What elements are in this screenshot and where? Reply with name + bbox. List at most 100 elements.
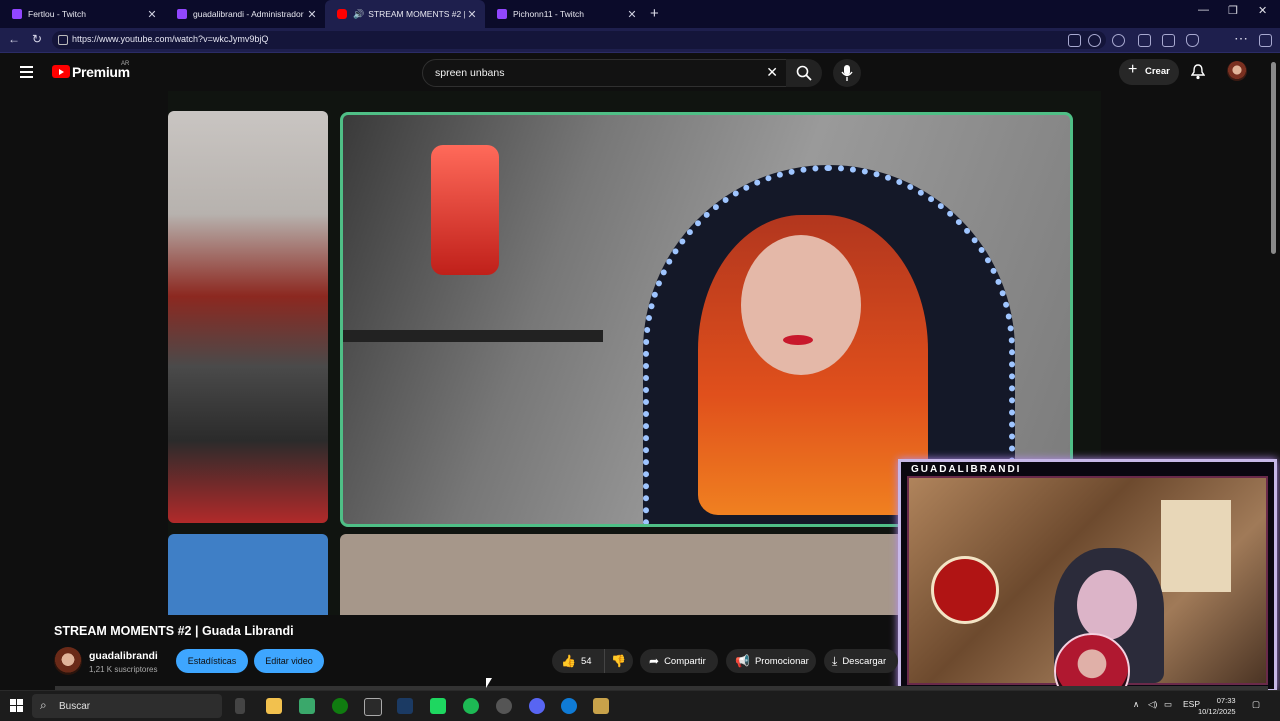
like-count: 54 xyxy=(580,655,592,667)
streamer-overlay-cam: GUADALIBRANDI xyxy=(898,459,1277,709)
channel-name[interactable]: guadalibrandi xyxy=(89,650,158,662)
megaphone-icon: 📢 xyxy=(735,654,750,668)
app-available-icon[interactable] xyxy=(1068,34,1081,47)
edge-browser-icon[interactable] xyxy=(561,698,577,714)
task-view-icon[interactable] xyxy=(235,698,245,714)
notifications-bell-icon[interactable] xyxy=(1191,64,1205,80)
download-button[interactable]: ⤓ Descargar xyxy=(824,649,898,673)
mouse-cursor-icon xyxy=(486,678,492,688)
close-icon[interactable]: ✕ xyxy=(465,8,479,21)
restore-icon[interactable]: ❐ xyxy=(1228,4,1238,17)
search-input[interactable]: spreen unbans ✕ xyxy=(422,59,787,87)
windows-start-icon[interactable] xyxy=(10,699,23,712)
browser-essentials-icon[interactable] xyxy=(1138,34,1151,47)
shield-icon[interactable] xyxy=(1186,34,1199,47)
epic-games-icon[interactable] xyxy=(364,698,382,716)
extensions-icon[interactable] xyxy=(1112,34,1125,47)
promote-label: Promocionar xyxy=(754,655,809,667)
youtube-header: Premium AR spreen unbans ✕ + Crear xyxy=(0,53,1280,91)
download-icon: ⤓ xyxy=(832,653,838,668)
share-icon: ➦ xyxy=(649,654,660,668)
close-icon[interactable]: ✕ xyxy=(625,8,639,21)
share-label: Compartir xyxy=(664,655,706,667)
refresh-icon[interactable]: ↻ xyxy=(32,32,42,46)
share-button[interactable]: ➦ Compartir xyxy=(640,649,718,673)
tab-title: guadalibrandi - Administrador de xyxy=(193,9,305,19)
dislike-button[interactable]: 👎 xyxy=(604,649,633,673)
statistics-button[interactable]: Estadísticas xyxy=(176,649,248,673)
close-icon[interactable]: ✕ xyxy=(145,8,159,21)
close-icon[interactable]: ✕ xyxy=(305,8,319,21)
url-field[interactable]: https://www.youtube.com/watch?v=wkcJymv9… xyxy=(52,31,1106,49)
streamer-lips xyxy=(783,335,813,345)
channel-avatar[interactable] xyxy=(54,647,82,675)
streamer-face xyxy=(741,235,861,375)
tab-guadalibrandi-admin[interactable]: guadalibrandi - Administrador de ✕ xyxy=(165,0,325,28)
twitch-icon xyxy=(12,9,22,19)
search-query: spreen unbans xyxy=(435,67,505,79)
minecraft-launcher-icon[interactable] xyxy=(299,698,315,714)
search-button[interactable] xyxy=(786,59,822,87)
notifications-icon[interactable]: ▢ xyxy=(1252,699,1260,710)
sidebar-toggle-icon[interactable] xyxy=(1259,34,1272,47)
tab-stream-moments[interactable]: 🔊 STREAM MOMENTS #2 | Gua ✕ xyxy=(325,0,485,28)
tab-title: STREAM MOMENTS #2 | Gua xyxy=(368,9,465,19)
video-title: STREAM MOMENTS #2 | Guada Librandi xyxy=(54,624,294,638)
thumbs-down-icon: 👎 xyxy=(611,654,626,668)
site-info-icon[interactable] xyxy=(58,35,68,45)
scrollbar-thumb[interactable] xyxy=(1271,62,1276,254)
tab-pichonn11[interactable]: Pichonn11 - Twitch ✕ xyxy=(485,0,645,28)
tab-title: Pichonn11 - Twitch xyxy=(513,9,585,19)
youtube-icon xyxy=(337,9,347,19)
favorites-icon[interactable] xyxy=(1162,34,1175,47)
kick-icon[interactable] xyxy=(430,698,446,714)
like-button[interactable]: 👍 54 xyxy=(552,649,604,673)
url-text: https://www.youtube.com/watch?v=wkcJymv9… xyxy=(72,34,269,44)
youtube-logo-icon[interactable] xyxy=(52,65,70,78)
discord-icon[interactable] xyxy=(529,698,545,714)
voice-search-button[interactable] xyxy=(833,59,861,87)
minimize-icon[interactable]: — xyxy=(1198,4,1209,16)
twitch-icon xyxy=(497,9,507,19)
taskbar-search-placeholder: Buscar xyxy=(59,701,91,712)
download-label: Descargar xyxy=(842,655,887,667)
promote-button[interactable]: 📢 Promocionar xyxy=(726,649,816,673)
region-code: AR xyxy=(121,61,130,67)
edit-video-button[interactable]: Editar video xyxy=(254,649,324,673)
search-icon xyxy=(796,65,812,81)
tray-overflow-icon[interactable]: ∧ xyxy=(1133,699,1139,710)
back-icon[interactable]: ← xyxy=(8,32,20,46)
subscriber-count: 1,21 K suscriptores xyxy=(89,665,158,674)
spotify-icon[interactable] xyxy=(463,698,479,714)
league-client-icon[interactable] xyxy=(593,698,609,714)
clock-time: 07:33 xyxy=(1216,696,1236,705)
thumbs-up-icon: 👍 xyxy=(561,654,576,668)
overlay-name: GUADALIBRANDI xyxy=(911,464,1022,475)
favorite-star-icon[interactable] xyxy=(1088,34,1101,47)
browser-tab-strip: Fertlou - Twitch ✕ guadalibrandi - Admin… xyxy=(0,0,1280,28)
more-options-icon[interactable]: ⋯ xyxy=(1234,30,1248,47)
search-icon: ⌕ xyxy=(40,698,47,712)
windows-taskbar: ⌕ Buscar ∧ ◁) ▭ ESP 07:33 10/12/2025 ▢ xyxy=(0,690,1280,721)
microphone-icon xyxy=(841,65,853,81)
taskbar-search-box[interactable]: ⌕ Buscar xyxy=(32,694,222,718)
shelf xyxy=(343,330,603,342)
streamer-microphone xyxy=(431,145,499,275)
clear-search-icon[interactable]: ✕ xyxy=(766,64,778,81)
create-button[interactable]: + Crear xyxy=(1119,59,1179,85)
xbox-icon[interactable] xyxy=(332,698,348,714)
clock-date: 10/12/2025 xyxy=(1198,707,1236,716)
account-avatar[interactable] xyxy=(1227,61,1247,81)
new-tab-icon[interactable]: + xyxy=(650,5,659,22)
menu-icon[interactable] xyxy=(20,66,33,81)
network-icon[interactable]: ▭ xyxy=(1164,699,1172,710)
side-webcam-feed-lower xyxy=(168,534,328,615)
steam-icon[interactable] xyxy=(397,698,413,714)
file-explorer-icon[interactable] xyxy=(266,698,282,714)
speaker-icon[interactable]: 🔊 xyxy=(353,9,364,20)
system-clock[interactable]: 07:33 10/12/2025 xyxy=(1198,695,1236,717)
window-close-icon[interactable]: ✕ xyxy=(1258,4,1267,17)
obs-icon[interactable] xyxy=(496,698,512,714)
tab-fertlou[interactable]: Fertlou - Twitch ✕ xyxy=(0,0,165,28)
volume-icon[interactable]: ◁) xyxy=(1148,699,1157,710)
